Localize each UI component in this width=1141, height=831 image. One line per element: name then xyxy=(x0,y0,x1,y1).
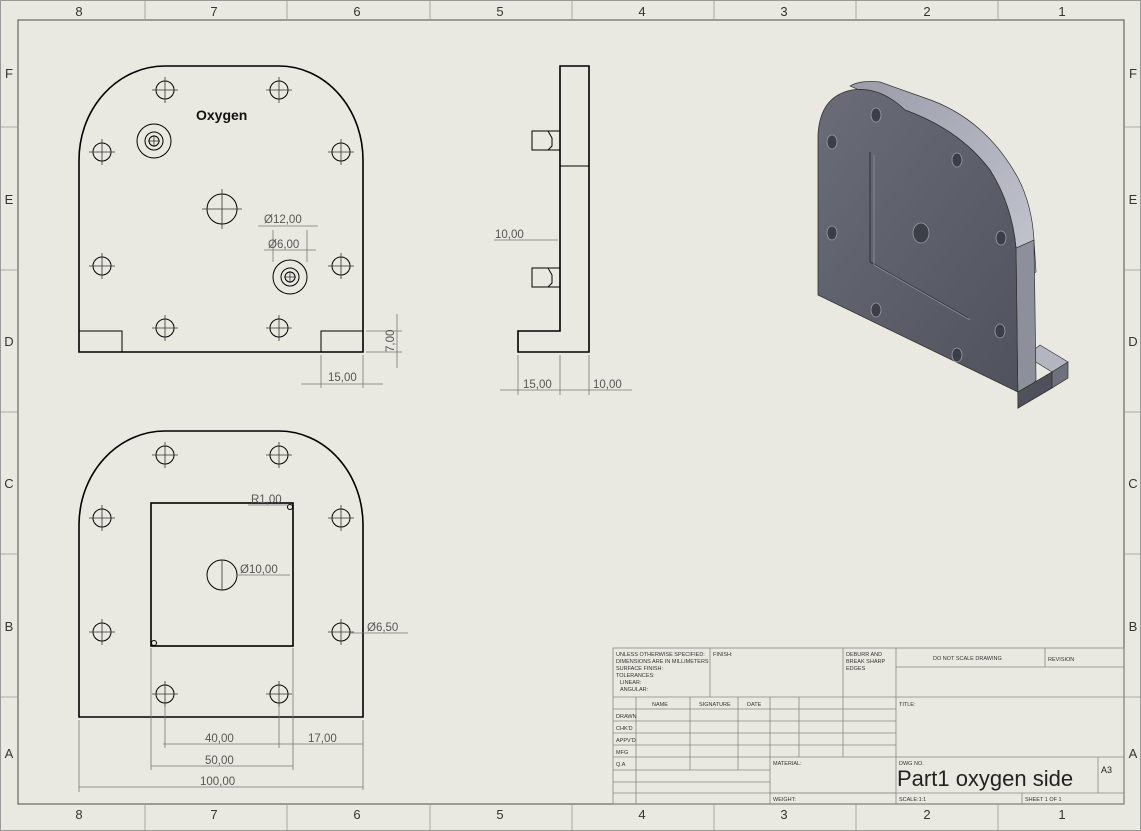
zone-col-5: 5 xyxy=(496,807,503,822)
zone-row-f: F xyxy=(5,66,13,81)
tb-note-3: TOLERANCES: xyxy=(616,673,655,679)
zone-row-d: D xyxy=(1128,334,1137,349)
zone-row-e: E xyxy=(5,192,14,207)
svg-text:R1,00: R1,00 xyxy=(251,494,282,506)
tb-role-qa: Q.A xyxy=(616,762,626,768)
svg-text:Ø6,50: Ø6,50 xyxy=(367,622,398,634)
zone-col-4: 4 xyxy=(638,4,645,19)
tb-role-appvd: APPV'D xyxy=(616,738,636,744)
zone-col-8: 8 xyxy=(75,4,82,19)
tb-material: MATERIAL: xyxy=(773,761,802,767)
tb-deburr-0: DEBURR AND xyxy=(846,652,882,658)
svg-text:Ø12,00: Ø12,00 xyxy=(264,214,302,226)
svg-text:40,00: 40,00 xyxy=(205,733,234,745)
svg-text:10,00: 10,00 xyxy=(593,379,622,391)
zone-col-3: 3 xyxy=(780,4,787,19)
zone-col-3: 3 xyxy=(780,807,787,822)
zone-col-2: 2 xyxy=(923,807,930,822)
tb-scale: SCALE:1:1 xyxy=(899,797,926,803)
zone-row-e: E xyxy=(1129,192,1138,207)
zone-row-a: A xyxy=(5,746,14,761)
tb-note-5: ANGULAR: xyxy=(620,687,649,693)
zone-row-c: C xyxy=(4,476,13,491)
svg-text:15,00: 15,00 xyxy=(328,372,357,384)
zone-col-1: 1 xyxy=(1058,4,1065,19)
zone-col-5: 5 xyxy=(496,4,503,19)
tb-note-2: SURFACE FINISH: xyxy=(616,666,664,672)
zone-row-a: A xyxy=(1129,746,1138,761)
tb-deburr-2: EDGES xyxy=(846,666,866,672)
tb-role-mfg: MFG xyxy=(616,750,628,756)
tb-deburr-1: BREAK SHARP xyxy=(846,659,885,665)
zone-row-c: C xyxy=(1128,476,1137,491)
tb-finish: FINISH: xyxy=(713,652,733,658)
zone-row-f: F xyxy=(1129,66,1137,81)
zone-col-8: 8 xyxy=(75,807,82,822)
tb-sheet: SHEET 1 OF 1 xyxy=(1025,797,1062,803)
drawing-sheet: 8 7 6 5 4 3 2 1 8 7 6 5 4 3 2 1 F E D C … xyxy=(0,0,1141,831)
tb-header-date: DATE xyxy=(747,702,762,708)
zone-col-6: 6 xyxy=(353,807,360,822)
zone-col-4: 4 xyxy=(638,807,645,822)
zone-col-2: 2 xyxy=(923,4,930,19)
svg-text:Ø10,00: Ø10,00 xyxy=(240,564,278,576)
zone-row-d: D xyxy=(4,334,13,349)
tb-revision: REVISION xyxy=(1048,657,1074,663)
svg-text:50,00: 50,00 xyxy=(205,755,234,767)
zone-row-b: B xyxy=(1129,619,1138,634)
tb-header-name: NAME xyxy=(652,702,668,708)
engraving-label: Oxygen xyxy=(196,107,247,123)
svg-text:15,00: 15,00 xyxy=(523,379,552,391)
tb-note-1: DIMENSIONS ARE IN MILLIMETERS xyxy=(616,659,709,665)
zone-row-b: B xyxy=(5,619,14,634)
zone-col-7: 7 xyxy=(210,4,217,19)
svg-text:17,00: 17,00 xyxy=(308,733,337,745)
svg-text:10,00: 10,00 xyxy=(495,229,524,241)
tb-role-drawn: DRAWN xyxy=(616,714,637,720)
tb-header-signature: SIGNATURE xyxy=(699,702,731,708)
sheet-size: A3 xyxy=(1101,765,1112,775)
part-name: Part1 oxygen side xyxy=(897,766,1073,791)
tb-do-not-scale: DO NOT SCALE DRAWING xyxy=(933,656,1002,662)
tb-note-0: UNLESS OTHERWISE SPECIFIED: xyxy=(616,652,705,658)
tb-title-label: TITLE: xyxy=(899,702,916,708)
zone-col-7: 7 xyxy=(210,807,217,822)
svg-text:Ø6,00: Ø6,00 xyxy=(268,239,299,251)
zone-col-6: 6 xyxy=(353,4,360,19)
svg-text:100,00: 100,00 xyxy=(200,776,235,788)
svg-text:7,00: 7,00 xyxy=(385,330,397,352)
tb-role-chkd: CHK'D xyxy=(616,726,633,732)
zone-col-1: 1 xyxy=(1058,807,1065,822)
tb-weight: WEIGHT: xyxy=(773,797,796,803)
tb-note-4: LINEAR: xyxy=(620,680,642,686)
